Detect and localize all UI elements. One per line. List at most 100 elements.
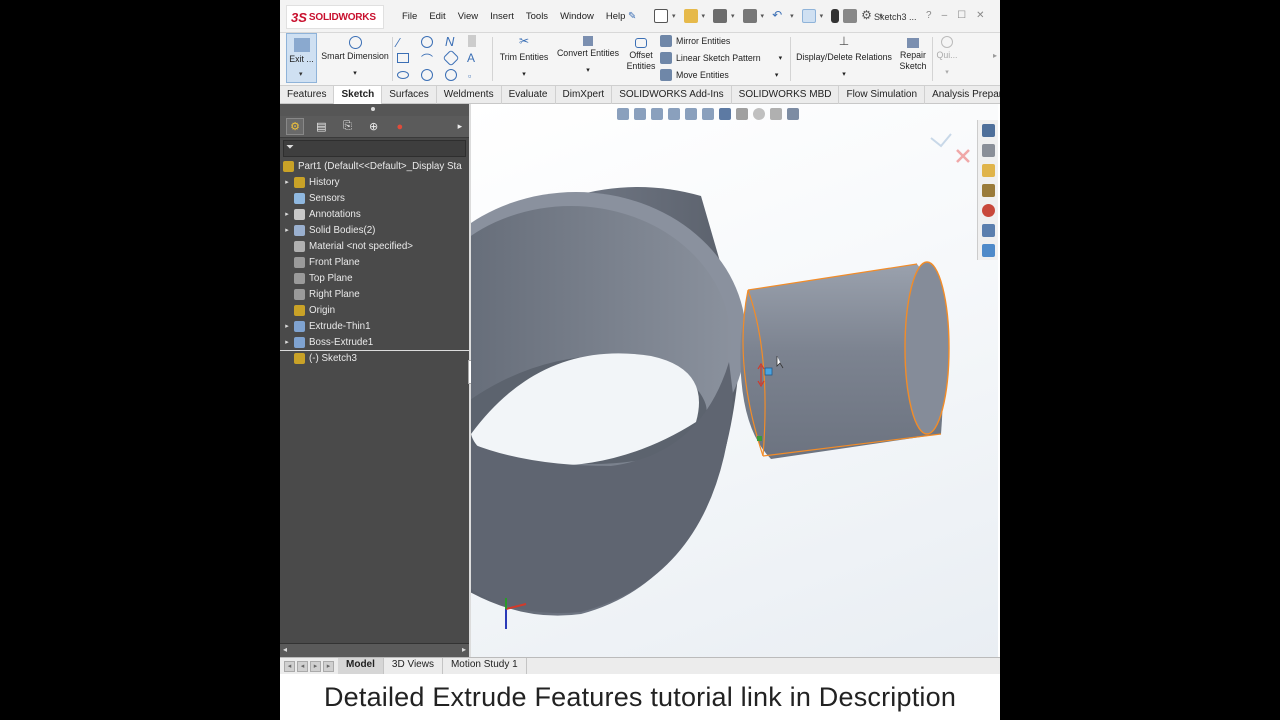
text-icon[interactable]: A [467, 51, 475, 65]
file-explorer-icon[interactable] [982, 164, 995, 177]
chevron-right-icon[interactable]: ▸ [451, 118, 469, 135]
chevron-down-icon[interactable]: ▾ [775, 71, 779, 79]
pin-icon[interactable]: ✎ [628, 11, 636, 22]
chevron-down-icon[interactable]: ▾ [320, 68, 390, 79]
move-entities-button[interactable]: Move Entities ▾ [660, 69, 778, 81]
gear-icon[interactable]: ⚙ [861, 9, 875, 23]
display-delete-relations-button[interactable]: ⊥ Display/Delete Relations ▾ [794, 35, 894, 80]
solidworks-logo[interactable]: 3S SOLIDWORKS [286, 5, 384, 29]
tree-item[interactable]: ▸ History [280, 174, 469, 190]
new-document-icon[interactable] [654, 9, 668, 23]
property-manager-tab-icon[interactable]: ▤ [312, 118, 330, 135]
horizontal-scrollbar[interactable]: ◂ ▸ [280, 643, 469, 657]
plane-icon[interactable] [468, 35, 476, 47]
quick-snaps-button[interactable]: Qui... ▾ [934, 36, 960, 78]
tab-weldments[interactable]: Weldments [437, 86, 502, 104]
panel-grip[interactable] [280, 104, 469, 116]
tab-evaluate[interactable]: Evaluate [502, 86, 556, 104]
convert-entities-button[interactable]: Convert Entities ▾ [552, 36, 624, 76]
chevron-down-icon[interactable]: ▾ [794, 69, 894, 80]
mirror-entities-button[interactable]: Mirror Entities [660, 35, 730, 47]
tree-root-part[interactable]: Part1 (Default<<Default>_Display Sta [280, 158, 469, 174]
design-library-icon[interactable] [982, 144, 995, 157]
confirm-check-icon[interactable] [930, 133, 952, 148]
tree-filter-input[interactable]: ⏷ [283, 140, 466, 157]
rollback-bar[interactable] [280, 350, 469, 351]
forum-icon[interactable] [982, 244, 995, 257]
menu-window[interactable]: Window [554, 11, 600, 22]
configuration-manager-tab-icon[interactable]: ⎘ [338, 118, 356, 135]
smart-dimension-button[interactable]: Smart Dimension ▾ [320, 36, 390, 79]
chevron-down-icon[interactable]: ▾ [779, 54, 783, 62]
print-icon[interactable] [742, 9, 757, 23]
offset-entities-button[interactable]: Offset Entities [624, 38, 658, 72]
tab-solidworks-add-ins[interactable]: SOLIDWORKS Add-Ins [612, 86, 732, 104]
tab-flow-simulation[interactable]: Flow Simulation [839, 86, 926, 104]
maximize-icon[interactable]: ☐ [957, 10, 966, 21]
exit-sketch-button[interactable]: Exit ... ▾ [286, 33, 317, 83]
chevron-down-icon[interactable]: ▾ [934, 67, 960, 78]
menu-tools[interactable]: Tools [520, 11, 554, 22]
trim-entities-button[interactable]: ✂ Trim Entities ▾ [494, 35, 554, 80]
scroll-left-icon[interactable]: ◂ [283, 645, 287, 654]
expand-arrow-icon[interactable]: ▸ [280, 178, 294, 186]
display-manager-tab-icon[interactable]: ● [391, 118, 409, 135]
close-icon[interactable]: ✕ [976, 10, 984, 21]
rectangle-icon[interactable] [397, 53, 409, 63]
ellipse-icon[interactable] [421, 69, 433, 81]
arc-icon[interactable]: ⌒ [421, 51, 433, 68]
tab-features[interactable]: Features [280, 86, 335, 104]
3d-model-view[interactable] [471, 104, 998, 657]
tree-item[interactable]: ▸ Boss-Extrude1 [280, 334, 469, 350]
help-icon[interactable]: ? [926, 10, 932, 21]
tree-item[interactable]: ▸ Solid Bodies(2) [280, 222, 469, 238]
boss-end-face[interactable] [904, 261, 950, 435]
tree-item[interactable]: Sensors [280, 190, 469, 206]
previous-tab-icon[interactable]: ◂ [297, 660, 308, 672]
tab-analysis-preparation[interactable]: Analysis Preparation [925, 86, 1000, 104]
menu-edit[interactable]: Edit [423, 11, 451, 22]
tree-item[interactable]: (-) Sketch3 [280, 350, 469, 366]
file-properties-icon[interactable] [843, 9, 858, 23]
chevron-down-icon[interactable]: ▾ [552, 65, 624, 76]
tab-dimxpert[interactable]: DimXpert [556, 86, 613, 104]
scroll-right-icon[interactable]: ▸ [462, 645, 466, 654]
tree-item[interactable]: Right Plane [280, 286, 469, 302]
view-palette-icon[interactable] [982, 184, 995, 197]
sketch-point-handle[interactable] [764, 367, 773, 376]
appearances-icon[interactable] [982, 204, 995, 217]
spline-icon[interactable]: N [445, 34, 454, 49]
menu-insert[interactable]: Insert [484, 11, 520, 22]
menu-view[interactable]: View [452, 11, 484, 22]
graphics-area[interactable] [471, 104, 998, 657]
tree-item[interactable]: Origin [280, 302, 469, 318]
tree-item[interactable]: Top Plane [280, 270, 469, 286]
tree-item[interactable]: Material <not specified> [280, 238, 469, 254]
next-tab-icon[interactable]: ▸ [310, 660, 321, 672]
menu-file[interactable]: File [396, 11, 423, 22]
feature-manager-tab-icon[interactable]: ⚙ [286, 118, 305, 135]
chevron-down-icon[interactable]: ▾ [494, 69, 554, 80]
undo-icon[interactable]: ↶ [772, 9, 786, 23]
home-icon[interactable] [982, 124, 995, 137]
tab-surfaces[interactable]: Surfaces [382, 86, 437, 104]
expand-arrow-icon[interactable]: ▸ [280, 210, 294, 218]
minimize-icon[interactable]: – [942, 10, 948, 21]
open-folder-icon[interactable] [683, 9, 698, 23]
select-arrow-icon[interactable] [801, 9, 816, 23]
slot-icon[interactable] [397, 71, 409, 79]
expand-arrow-icon[interactable]: ▸ [280, 322, 294, 330]
linear-sketch-pattern-button[interactable]: Linear Sketch Pattern ▾ [660, 52, 782, 64]
point-icon[interactable]: ▫ [468, 71, 471, 81]
tree-item[interactable]: Front Plane [280, 254, 469, 270]
custom-properties-icon[interactable] [982, 224, 995, 237]
repair-sketch-button[interactable]: Repair Sketch [896, 38, 930, 72]
traffic-light-icon[interactable] [831, 9, 840, 23]
tab-motion-study-1[interactable]: Motion Study 1 [443, 658, 527, 674]
chevron-down-icon[interactable]: ▾ [299, 70, 303, 78]
expand-arrow-icon[interactable]: ▸ [280, 338, 294, 346]
chevron-right-icon[interactable]: ▸ [993, 51, 997, 60]
polygon-icon[interactable] [442, 49, 460, 67]
dimxpert-manager-tab-icon[interactable]: ⊕ [365, 118, 383, 135]
tree-item[interactable]: ▸ Annotations [280, 206, 469, 222]
